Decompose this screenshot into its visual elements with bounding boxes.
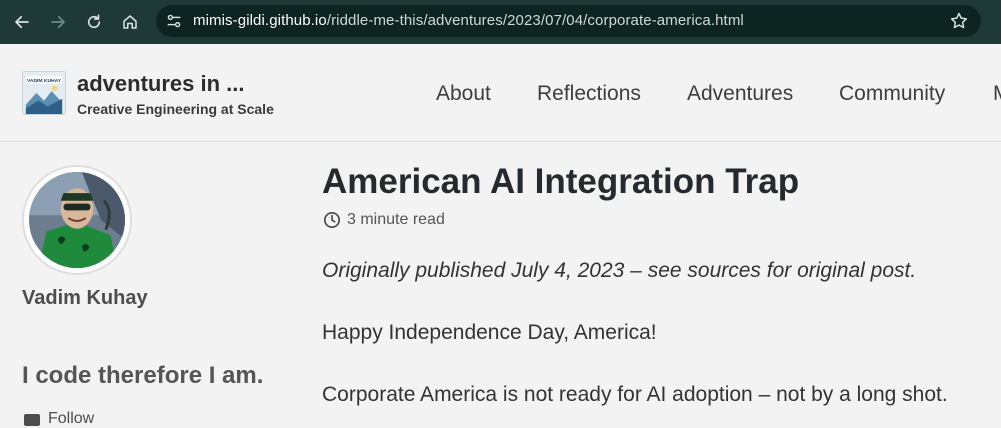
url-text[interactable]: mimis-gildi.github.io/riddle-me-this/adv…: [193, 12, 744, 29]
site-masthead: VADIM KUHAY adventures in ... Creative E…: [0, 44, 1001, 142]
site-subtitle: Creative Engineering at Scale: [77, 101, 274, 117]
clock-icon: [323, 211, 341, 229]
page-title: American AI Integration Trap: [322, 162, 800, 201]
nav-item-more[interactable]: M: [993, 82, 1001, 106]
home-icon[interactable]: [118, 10, 142, 34]
follow-icon[interactable]: [24, 414, 40, 426]
site-settings-icon[interactable]: [164, 11, 184, 31]
site-title[interactable]: adventures in ...: [77, 71, 245, 97]
reload-icon[interactable]: [82, 10, 106, 34]
author-bio: I code therefore I am.: [22, 362, 264, 389]
post-paragraph-thesis: Corporate America is not ready for AI ad…: [322, 383, 948, 406]
nav-item-about[interactable]: About: [436, 82, 491, 106]
nav-item-reflections[interactable]: Reflections: [537, 82, 641, 106]
forward-arrow-icon[interactable]: [46, 10, 70, 34]
author-name: Vadim Kuhay: [22, 287, 148, 309]
read-time: 3 minute read: [347, 211, 445, 228]
nav-item-community[interactable]: Community: [839, 82, 945, 106]
address-bar[interactable]: mimis-gildi.github.io/riddle-me-this/adv…: [156, 5, 981, 37]
post-paragraph-intro: Originally published July 4, 2023 – see …: [322, 259, 917, 282]
browser-toolbar: mimis-gildi.github.io/riddle-me-this/adv…: [0, 0, 1001, 44]
url-host: mimis-gildi.github.io: [193, 12, 327, 29]
back-arrow-icon[interactable]: [10, 10, 34, 34]
site-logo[interactable]: VADIM KUHAY: [22, 71, 66, 115]
bookmark-star-icon[interactable]: [949, 11, 969, 31]
nav-item-adventures[interactable]: Adventures: [687, 82, 793, 106]
follow-button[interactable]: Follow: [48, 410, 94, 428]
logo-text: VADIM KUHAY: [27, 78, 62, 84]
post-paragraph-greeting: Happy Independence Day, America!: [322, 321, 657, 344]
url-path: /riddle-me-this/adventures/2023/07/04/co…: [326, 12, 744, 29]
avatar: [22, 165, 132, 275]
